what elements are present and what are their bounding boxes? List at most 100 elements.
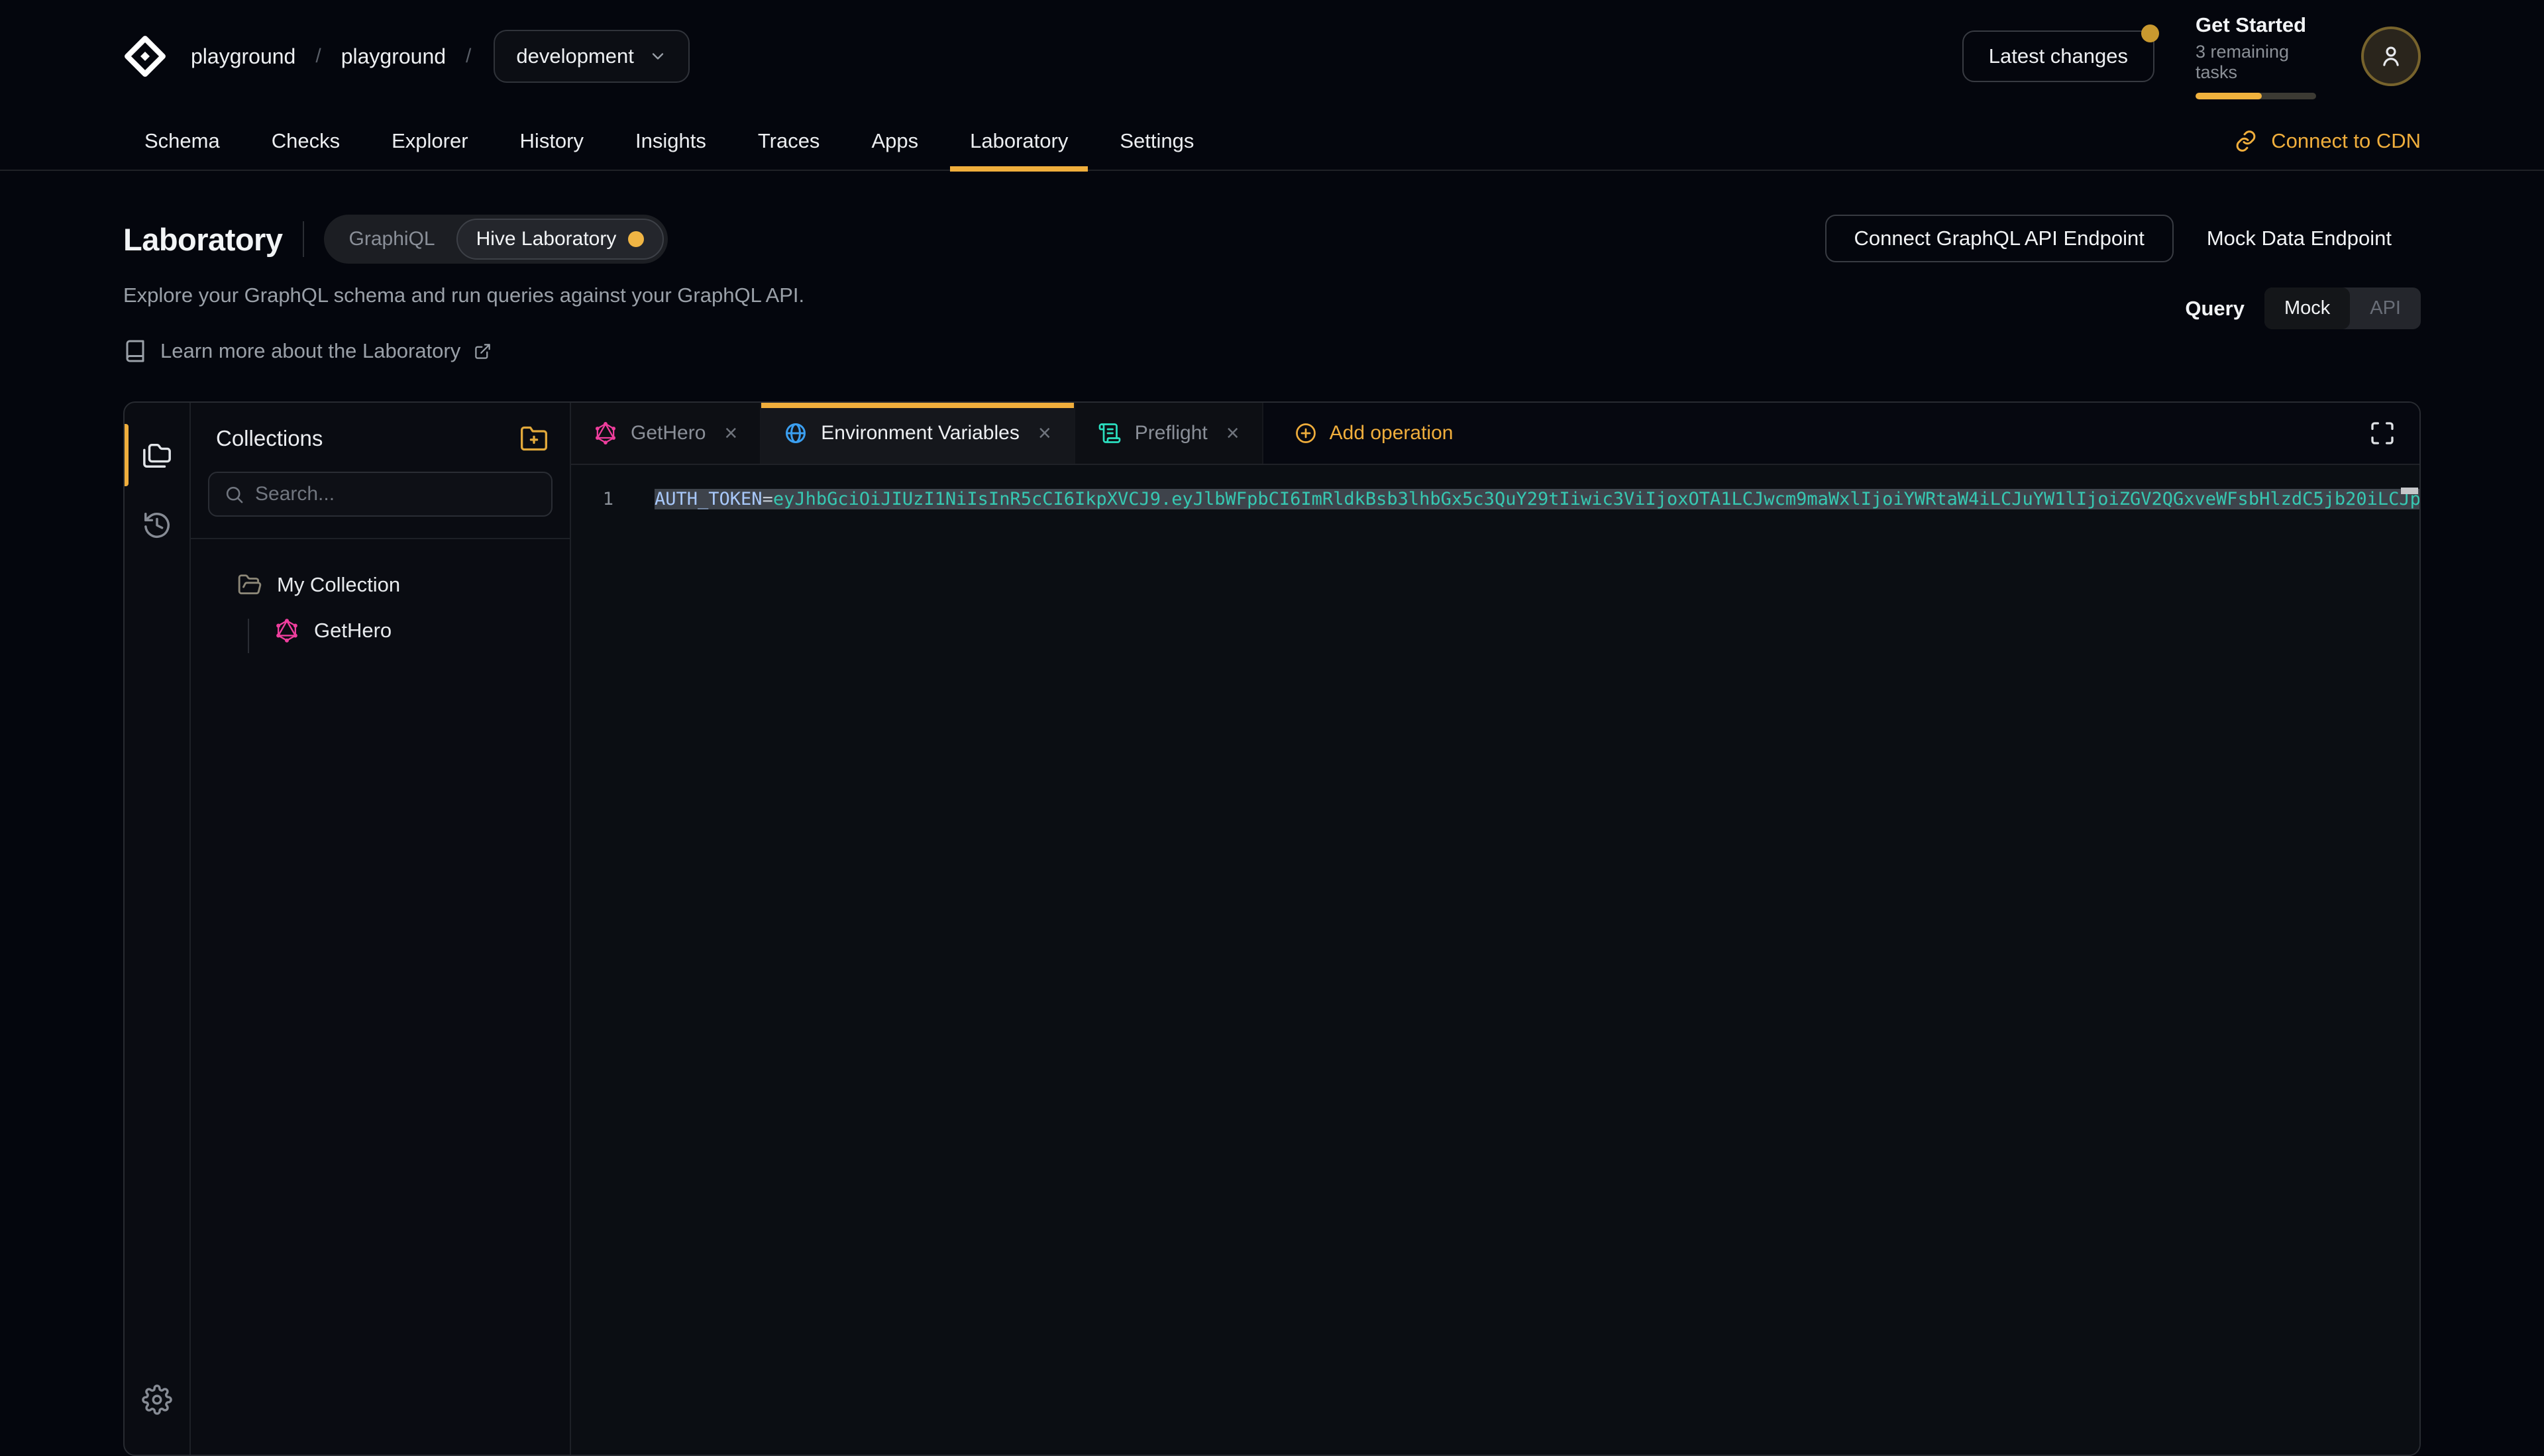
tab-gethero-label: GetHero xyxy=(631,422,706,444)
plus-circle-icon xyxy=(1294,421,1318,445)
progress-fill xyxy=(2196,93,2262,99)
hive-logo[interactable] xyxy=(123,34,167,78)
history-panel-button[interactable] xyxy=(125,490,189,560)
tab-laboratory[interactable]: Laboratory xyxy=(970,112,1068,170)
person-icon xyxy=(2377,42,2405,70)
globe-icon xyxy=(784,421,808,445)
graphql-icon xyxy=(594,421,617,445)
toggle-graphiql[interactable]: GraphiQL xyxy=(328,219,456,260)
tab-apps[interactable]: Apps xyxy=(871,112,918,170)
selection-highlight: AUTH_TOKEN=eyJhbGciOiJIUzI1NiIsInR5cCI6I… xyxy=(655,489,2419,509)
endpoint-toggle-api[interactable]: API xyxy=(2350,287,2421,329)
tab-explorer[interactable]: Explorer xyxy=(392,112,468,170)
query-label: Query xyxy=(2185,297,2245,321)
get-started-title: Get Started xyxy=(2196,13,2320,37)
breadcrumb: playground / playground / development xyxy=(191,30,690,83)
active-indicator xyxy=(125,424,129,486)
endpoint-toggle-mock[interactable]: Mock xyxy=(2264,287,2350,329)
main-navigation: Schema Checks Explorer History Insights … xyxy=(0,113,2544,171)
preflight-script-icon xyxy=(1098,421,1122,445)
topbar-right: Latest changes Get Started 3 remaining t… xyxy=(1962,13,2421,99)
code-line[interactable]: 1 AUTH_TOKEN=eyJhbGciOiJIUzI1NiIsInR5cCI… xyxy=(571,482,2419,515)
tree-guide-line xyxy=(248,619,249,653)
chevron-down-icon xyxy=(649,47,667,66)
topbar-left: playground / playground / development xyxy=(123,30,690,83)
avatar[interactable] xyxy=(2361,26,2421,86)
new-collection-button[interactable] xyxy=(519,424,549,453)
mock-data-endpoint-button[interactable]: Mock Data Endpoint xyxy=(2178,215,2421,262)
fullscreen-icon xyxy=(2369,420,2396,446)
target-selector-value: development xyxy=(516,44,634,68)
scrollbar-thumb[interactable] xyxy=(2401,488,2418,494)
folder-plus-icon xyxy=(519,424,549,453)
tab-schema[interactable]: Schema xyxy=(144,112,220,170)
close-icon[interactable]: × xyxy=(1038,422,1051,444)
target-selector[interactable]: development xyxy=(494,30,690,83)
learn-more-link[interactable]: Learn more about the Laboratory xyxy=(123,339,804,363)
get-started-subtitle: 3 remaining tasks xyxy=(2196,42,2320,83)
close-icon[interactable]: × xyxy=(1226,422,1240,444)
tab-insights[interactable]: Insights xyxy=(635,112,706,170)
get-started-widget[interactable]: Get Started 3 remaining tasks xyxy=(2196,13,2320,99)
add-operation-button[interactable]: Add operation xyxy=(1263,403,1484,464)
env-variable-name: AUTH_TOKEN xyxy=(655,489,763,509)
search-box[interactable] xyxy=(208,472,553,517)
code-content: AUTH_TOKEN=eyJhbGciOiJIUzI1NiIsInR5cCI6I… xyxy=(639,489,2419,509)
notification-dot xyxy=(2141,25,2159,42)
assignment-operator: = xyxy=(763,489,773,509)
breadcrumb-org[interactable]: playground xyxy=(191,44,295,69)
search-icon xyxy=(224,484,244,505)
collection-folder-label: My Collection xyxy=(277,573,400,597)
title-divider xyxy=(303,221,304,257)
laboratory-settings-button[interactable] xyxy=(125,1365,189,1435)
progress-bar xyxy=(2196,93,2316,99)
add-operation-label: Add operation xyxy=(1330,422,1454,444)
book-icon xyxy=(123,339,147,363)
tab-gethero[interactable]: GetHero × xyxy=(571,403,761,464)
operation-tab-bar: GetHero × Environment Variables × Prefli… xyxy=(571,403,2419,465)
latest-changes-button[interactable]: Latest changes xyxy=(1962,30,2154,82)
sidebar-icon-strip xyxy=(125,403,191,1455)
latest-changes-label: Latest changes xyxy=(1989,44,2128,68)
laboratory-header: Laboratory GraphiQL Hive Laboratory Expl… xyxy=(0,171,2544,363)
connect-cdn-label: Connect to CDN xyxy=(2271,129,2421,153)
collection-folder[interactable]: My Collection xyxy=(211,568,550,601)
breadcrumb-separator: / xyxy=(315,45,321,68)
tab-checks[interactable]: Checks xyxy=(272,112,340,170)
editor-area: GetHero × Environment Variables × Prefli… xyxy=(571,403,2419,1455)
connect-graphql-endpoint-button[interactable]: Connect GraphQL API Endpoint xyxy=(1825,215,2174,262)
overview-ruler[interactable] xyxy=(2400,465,2419,1455)
tab-settings[interactable]: Settings xyxy=(1120,112,1194,170)
link-icon xyxy=(2234,129,2258,153)
graphql-icon xyxy=(274,618,299,643)
collections-title: Collections xyxy=(216,426,323,451)
folders-icon xyxy=(142,440,172,470)
history-icon xyxy=(142,510,172,541)
operation-label: GetHero xyxy=(314,619,392,643)
gear-icon xyxy=(142,1384,172,1415)
toggle-hive-laboratory-label: Hive Laboratory xyxy=(476,228,617,250)
collections-sidebar: Collections My Collection xyxy=(191,403,571,1455)
collections-tree: My Collection GetHero xyxy=(191,539,570,677)
connect-cdn-link[interactable]: Connect to CDN xyxy=(2234,113,2421,170)
tab-environment-variables-label: Environment Variables xyxy=(821,422,1020,444)
breadcrumb-project[interactable]: playground xyxy=(341,44,446,69)
view-toggle: GraphiQL Hive Laboratory xyxy=(324,215,668,264)
toggle-hive-laboratory[interactable]: Hive Laboratory xyxy=(456,219,664,260)
close-icon[interactable]: × xyxy=(724,422,737,444)
status-dot xyxy=(628,231,644,247)
endpoint-toggle: Mock API xyxy=(2264,287,2421,329)
tab-traces[interactable]: Traces xyxy=(758,112,820,170)
collections-panel-button[interactable] xyxy=(125,420,189,490)
env-variables-editor[interactable]: 1 AUTH_TOKEN=eyJhbGciOiJIUzI1NiIsInR5cCI… xyxy=(571,465,2419,1455)
search-input[interactable] xyxy=(255,483,537,505)
tab-preflight[interactable]: Preflight × xyxy=(1075,403,1263,464)
tab-history[interactable]: History xyxy=(520,112,584,170)
collection-operation[interactable]: GetHero xyxy=(211,613,550,648)
tab-environment-variables[interactable]: Environment Variables × xyxy=(761,403,1075,464)
page-description: Explore your GraphQL schema and run quer… xyxy=(123,284,804,307)
fullscreen-button[interactable] xyxy=(2345,403,2419,464)
laboratory-panel: Collections My Collection xyxy=(123,401,2421,1456)
tab-bar-spacer xyxy=(1483,403,2345,464)
tab-preflight-label: Preflight xyxy=(1135,422,1208,444)
